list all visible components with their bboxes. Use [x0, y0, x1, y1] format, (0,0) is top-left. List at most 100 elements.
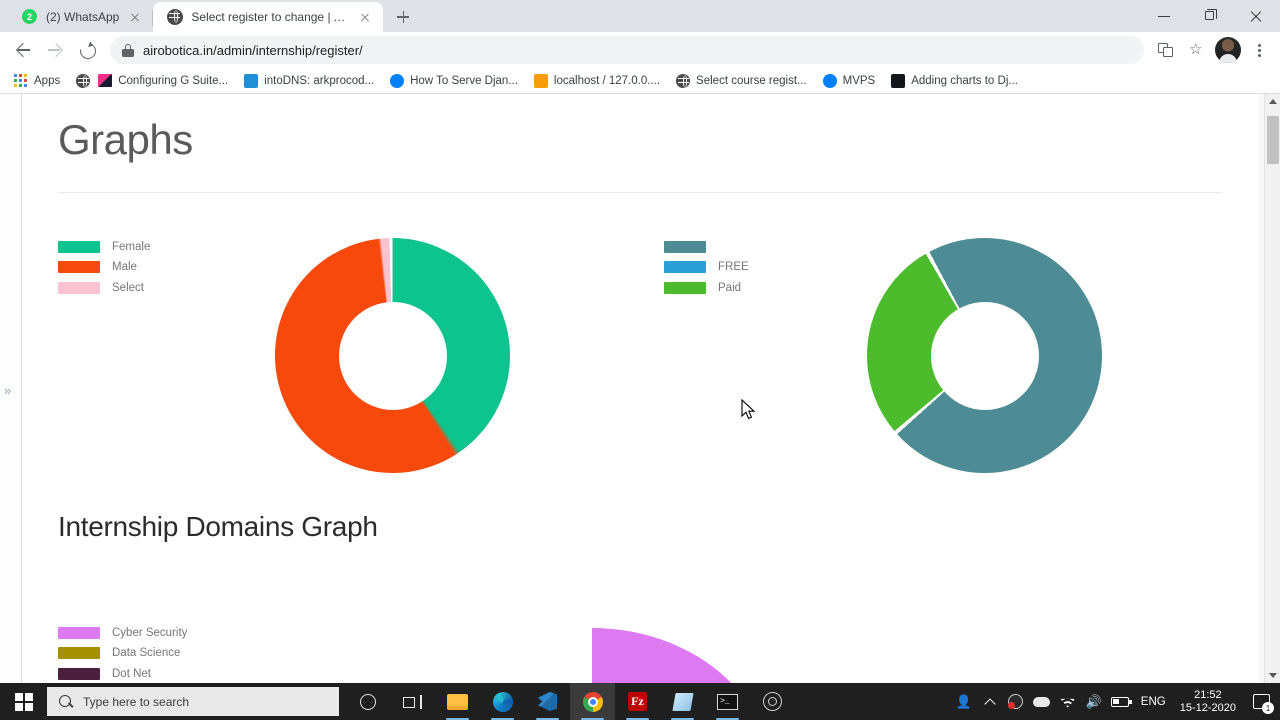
django-sidebar[interactable]: »: [0, 94, 22, 683]
bookmark-apps[interactable]: Apps: [6, 71, 68, 91]
bookmark-label: Configuring G Suite...: [118, 74, 229, 87]
cortana-icon[interactable]: [345, 683, 390, 720]
translate-icon[interactable]: [1152, 36, 1180, 64]
legend-swatch: [58, 626, 100, 639]
legend-payment: FREE Paid: [664, 240, 749, 302]
legend-swatch: [664, 261, 706, 273]
browser-toolbar: airobotica.in/admin/internship/register/…: [0, 32, 1280, 68]
edge-icon[interactable]: [480, 683, 525, 720]
payment-donut-chart[interactable]: [867, 238, 1102, 473]
domains-chart-row: Cyber Security Data Science Dot Net Fron…: [22, 543, 1258, 683]
bookmark-how-to-serve-django[interactable]: How To Serve Djan...: [382, 71, 526, 91]
legend-swatch: [58, 647, 100, 659]
legend-item[interactable]: [664, 240, 749, 253]
scroll-down-arrow-icon[interactable]: [1269, 673, 1277, 678]
battery-icon[interactable]: [1107, 683, 1133, 720]
wifi-icon[interactable]: [1055, 683, 1081, 720]
legend-item[interactable]: Cyber Security: [58, 626, 187, 639]
obs-icon[interactable]: [750, 683, 795, 720]
windows-taskbar: Type here to search Fz >_ 👤 🔊 ENG 21:52 …: [0, 683, 1280, 720]
notification-badge: 1: [1262, 702, 1274, 714]
legend-domains: Cyber Security Data Science Dot Net Fron…: [58, 626, 187, 683]
legend-swatch: [58, 281, 100, 294]
bookmark-configuring-gsuite[interactable]: [68, 71, 98, 91]
legend-item[interactable]: FREE: [664, 261, 749, 274]
minimize-icon[interactable]: [1142, 0, 1188, 32]
legend-item[interactable]: Dot Net: [58, 667, 187, 680]
maximize-icon[interactable]: [1188, 0, 1234, 32]
task-view-icon[interactable]: [390, 683, 435, 720]
vscode-icon[interactable]: [525, 683, 570, 720]
legend-item[interactable]: Male: [58, 261, 150, 274]
chrome-icon[interactable]: [570, 683, 615, 720]
bookmark-configuring-gsuite-label[interactable]: Configuring G Suite...: [98, 71, 236, 90]
language-indicator[interactable]: ENG: [1133, 696, 1174, 708]
clock[interactable]: 21:52 15-12-2020: [1174, 689, 1246, 715]
legend-label: Male: [112, 261, 137, 273]
avatar[interactable]: [1215, 37, 1241, 63]
vertical-scrollbar[interactable]: [1264, 94, 1280, 683]
tab-select-register[interactable]: Select register to change | ARK A: [153, 2, 384, 32]
tab-whatsapp[interactable]: 2 (2) WhatsApp: [8, 2, 154, 32]
notifications-icon[interactable]: 1: [1246, 683, 1276, 720]
show-hidden-icons-icon[interactable]: [977, 683, 1003, 720]
digitalocean-icon: [822, 73, 837, 88]
globe-icon: [167, 9, 184, 25]
close-icon[interactable]: [127, 9, 143, 25]
onedrive-icon[interactable]: [1029, 683, 1055, 720]
charts-row: Female Male Select FREE Paid: [22, 193, 1258, 493]
scroll-up-arrow-icon[interactable]: [1269, 99, 1277, 104]
bookmark-select-course-register[interactable]: Select course regist...: [668, 71, 815, 91]
apps-grid-icon: [14, 73, 28, 88]
legend-label: Data Science: [112, 647, 181, 659]
legend-item[interactable]: Data Science: [58, 647, 187, 660]
phpmyadmin-icon: [533, 73, 548, 88]
legend-item[interactable]: Paid: [664, 281, 749, 294]
volume-icon[interactable]: 🔊: [1081, 683, 1107, 720]
obs-tray-icon[interactable]: [1003, 683, 1029, 720]
legend-label: Paid: [718, 281, 742, 294]
terminal-icon: [891, 73, 906, 88]
bookmark-intodns[interactable]: intoDNS: arkprocod...: [236, 71, 382, 91]
search-placeholder: Type here to search: [83, 694, 190, 709]
bookmark-adding-charts[interactable]: Adding charts to Dj...: [883, 71, 1026, 91]
bookmark-mvps[interactable]: MVPS: [815, 71, 884, 91]
legend-label: Female: [112, 240, 151, 253]
legend-item[interactable]: Female: [58, 240, 150, 253]
search-icon: [59, 694, 73, 709]
new-tab-button[interactable]: [389, 3, 417, 31]
legend-swatch: [58, 261, 100, 273]
bookmark-label: MVPS: [842, 74, 876, 87]
bookmark-localhost[interactable]: localhost / 127.0.0....: [526, 71, 668, 91]
close-icon[interactable]: [357, 9, 373, 25]
donut-hole: [338, 301, 447, 410]
forward-arrow-icon[interactable]: [40, 35, 70, 65]
terminal-icon[interactable]: >_: [705, 683, 750, 720]
close-icon[interactable]: [1234, 0, 1280, 32]
mouse-cursor: [741, 399, 756, 420]
legend-item[interactable]: Select: [58, 281, 150, 294]
reload-icon[interactable]: [72, 35, 102, 65]
windows-logo-icon[interactable]: [0, 683, 47, 720]
domains-pie-chart[interactable]: [412, 628, 772, 683]
donut-hole: [930, 301, 1039, 410]
scrollbar-thumb[interactable]: [1267, 116, 1279, 164]
legend-swatch: [664, 240, 706, 253]
filezilla-icon[interactable]: Fz: [615, 683, 660, 720]
globe-icon: [676, 73, 691, 88]
legend-swatch: [58, 240, 100, 253]
star-icon[interactable]: ☆: [1182, 36, 1210, 64]
legend-swatch: [58, 667, 100, 680]
store-icon[interactable]: [660, 683, 705, 720]
search-input[interactable]: Type here to search: [47, 687, 339, 716]
address-text: airobotica.in/admin/internship/register/: [143, 42, 363, 58]
people-icon[interactable]: 👤: [951, 683, 977, 720]
address-bar[interactable]: airobotica.in/admin/internship/register/: [110, 36, 1144, 64]
gender-donut-chart[interactable]: [275, 238, 510, 473]
file-explorer-icon[interactable]: [435, 683, 480, 720]
whatsapp-badge: 2: [22, 9, 37, 24]
kebab-menu-icon[interactable]: [1246, 36, 1272, 64]
sidebar-expand-icon[interactable]: »: [4, 384, 11, 397]
back-arrow-icon[interactable]: [8, 35, 38, 65]
clock-date: 15-12-2020: [1179, 701, 1236, 714]
